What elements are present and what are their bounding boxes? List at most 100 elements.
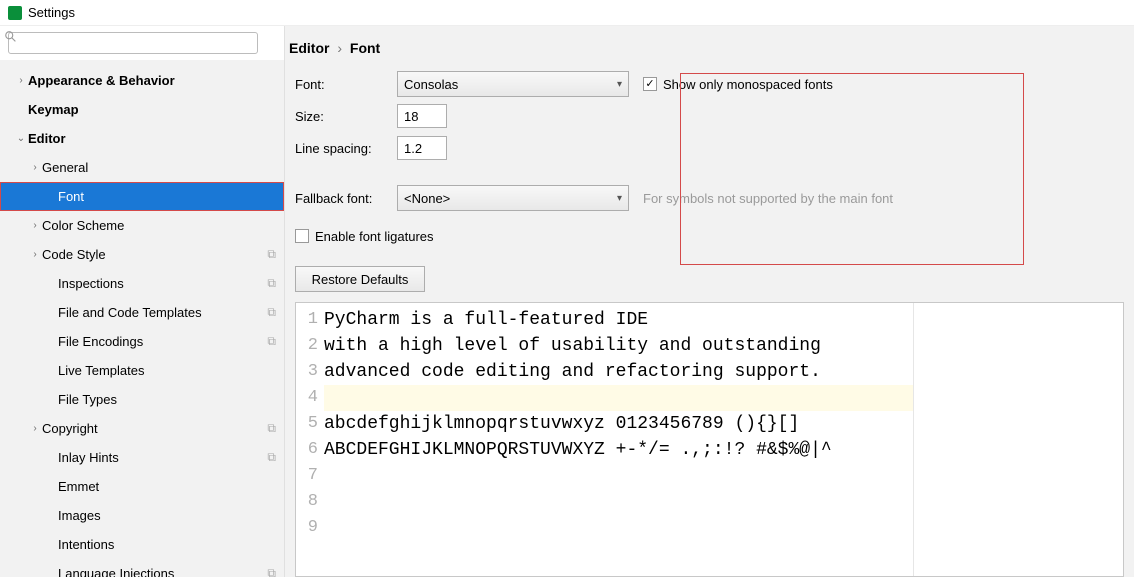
- main-panel: Editor › Font Font: Consolas ▾ Show only…: [285, 26, 1134, 577]
- chevron-right-icon: ›: [337, 40, 342, 56]
- search-wrap: [0, 26, 284, 60]
- sidebar-item-label: Font: [58, 189, 276, 204]
- line-number: 4: [296, 385, 318, 411]
- sidebar-item-code-style[interactable]: ›Code Style⧉: [0, 240, 284, 269]
- fallback-font-label: Fallback font:: [295, 191, 389, 206]
- line-number: 5: [296, 411, 318, 437]
- fallback-font-value: <None>: [404, 191, 450, 206]
- breadcrumb-editor[interactable]: Editor: [289, 40, 329, 56]
- line-number: 7: [296, 463, 318, 489]
- app-icon: [8, 6, 22, 20]
- sidebar-item-label: Inlay Hints: [58, 450, 267, 465]
- restore-defaults-button[interactable]: Restore Defaults: [295, 266, 425, 292]
- line-number: 6: [296, 437, 318, 463]
- sidebar-item-general[interactable]: ›General: [0, 153, 284, 182]
- breadcrumb: Editor › Font: [285, 26, 1134, 68]
- line-spacing-label: Line spacing:: [295, 141, 389, 156]
- sidebar-item-keymap[interactable]: Keymap: [0, 95, 284, 124]
- sidebar-item-font[interactable]: Font: [0, 182, 284, 211]
- settings-tree: ›Appearance & BehaviorKeymap⌄Editor›Gene…: [0, 60, 284, 577]
- sidebar-item-label: Intentions: [58, 537, 276, 552]
- sidebar-item-label: Editor: [28, 131, 276, 146]
- sidebar-item-label: Images: [58, 508, 276, 523]
- preview-line: advanced code editing and refactoring su…: [324, 359, 913, 385]
- sidebar-item-file-and-code-templates[interactable]: File and Code Templates⧉: [0, 298, 284, 327]
- window-title: Settings: [28, 5, 75, 20]
- chevron-down-icon: ▾: [617, 79, 622, 90]
- font-select[interactable]: Consolas ▾: [397, 71, 629, 97]
- sidebar-item-label: File Encodings: [58, 334, 267, 349]
- titlebar: Settings: [0, 0, 1134, 26]
- line-spacing-input[interactable]: [397, 136, 447, 160]
- scope-icon: ⧉: [267, 247, 276, 262]
- scope-icon: ⧉: [267, 566, 276, 577]
- enable-ligatures-checkbox[interactable]: [295, 229, 309, 243]
- preview-line: abcdefghijklmnopqrstuvwxyz 0123456789 ()…: [324, 411, 913, 437]
- sidebar-item-label: File Types: [58, 392, 276, 407]
- chevron-right-icon[interactable]: ›: [28, 220, 42, 231]
- line-number: 8: [296, 489, 318, 515]
- sidebar-item-live-templates[interactable]: Live Templates: [0, 356, 284, 385]
- fallback-font-select[interactable]: <None> ▾: [397, 185, 629, 211]
- line-number: 9: [296, 515, 318, 541]
- sidebar-item-label: General: [42, 160, 276, 175]
- sidebar-item-intentions[interactable]: Intentions: [0, 530, 284, 559]
- sidebar-item-appearance-behavior[interactable]: ›Appearance & Behavior: [0, 66, 284, 95]
- line-number: 2: [296, 333, 318, 359]
- sidebar-item-images[interactable]: Images: [0, 501, 284, 530]
- preview-line: [324, 463, 913, 489]
- size-input[interactable]: [397, 104, 447, 128]
- sidebar-item-inlay-hints[interactable]: Inlay Hints⧉: [0, 443, 284, 472]
- scope-icon: ⧉: [267, 334, 276, 349]
- sidebar-item-file-encodings[interactable]: File Encodings⧉: [0, 327, 284, 356]
- sidebar-item-copyright[interactable]: ›Copyright⧉: [0, 414, 284, 443]
- chevron-right-icon[interactable]: ›: [14, 75, 28, 86]
- size-label: Size:: [295, 109, 389, 124]
- search-input[interactable]: [8, 32, 258, 54]
- show-monospaced-checkbox[interactable]: [643, 77, 657, 91]
- chevron-right-icon[interactable]: ›: [28, 249, 42, 260]
- sidebar-item-file-types[interactable]: File Types: [0, 385, 284, 414]
- scope-icon: ⧉: [267, 305, 276, 320]
- sidebar-item-label: Code Style: [42, 247, 267, 262]
- sidebar-item-language-injections[interactable]: Language Injections⧉: [0, 559, 284, 577]
- scope-icon: ⧉: [267, 421, 276, 436]
- sidebar-item-label: Inspections: [58, 276, 267, 291]
- breadcrumb-font: Font: [350, 40, 380, 56]
- chevron-right-icon[interactable]: ›: [28, 162, 42, 173]
- fallback-hint: For symbols not supported by the main fo…: [643, 191, 893, 206]
- preview-line: PyCharm is a full-featured IDE: [324, 307, 913, 333]
- sidebar-item-inspections[interactable]: Inspections⧉: [0, 269, 284, 298]
- sidebar-item-label: File and Code Templates: [58, 305, 267, 320]
- preview-right-pane: [913, 303, 1123, 576]
- font-preview: 123456789 PyCharm is a full-featured IDE…: [295, 302, 1124, 577]
- line-number: 1: [296, 307, 318, 333]
- scope-icon: ⧉: [267, 276, 276, 291]
- chevron-down-icon[interactable]: ⌄: [14, 133, 28, 144]
- scope-icon: ⧉: [267, 450, 276, 465]
- preview-line: [324, 385, 913, 411]
- settings-sidebar: ›Appearance & BehaviorKeymap⌄Editor›Gene…: [0, 26, 285, 577]
- sidebar-item-label: Appearance & Behavior: [28, 73, 276, 88]
- sidebar-item-label: Copyright: [42, 421, 267, 436]
- line-number: 3: [296, 359, 318, 385]
- preview-code[interactable]: PyCharm is a full-featured IDE with a hi…: [324, 303, 913, 576]
- font-select-value: Consolas: [404, 77, 458, 92]
- sidebar-item-label: Language Injections: [58, 566, 267, 577]
- enable-ligatures-label: Enable font ligatures: [315, 229, 434, 244]
- preview-line: [324, 515, 913, 541]
- show-monospaced-label: Show only monospaced fonts: [663, 77, 833, 92]
- sidebar-item-editor[interactable]: ⌄Editor: [0, 124, 284, 153]
- chevron-down-icon: ▾: [617, 193, 622, 204]
- sidebar-item-emmet[interactable]: Emmet: [0, 472, 284, 501]
- sidebar-item-label: Color Scheme: [42, 218, 276, 233]
- preview-line: [324, 489, 913, 515]
- sidebar-item-label: Live Templates: [58, 363, 276, 378]
- font-label: Font:: [295, 77, 389, 92]
- preview-line: with a high level of usability and outst…: [324, 333, 913, 359]
- sidebar-item-color-scheme[interactable]: ›Color Scheme: [0, 211, 284, 240]
- chevron-right-icon[interactable]: ›: [28, 423, 42, 434]
- preview-line: ABCDEFGHIJKLMNOPQRSTUVWXYZ +-*/= .,;:!? …: [324, 437, 913, 463]
- preview-gutter: 123456789: [296, 303, 324, 576]
- sidebar-item-label: Keymap: [28, 102, 276, 117]
